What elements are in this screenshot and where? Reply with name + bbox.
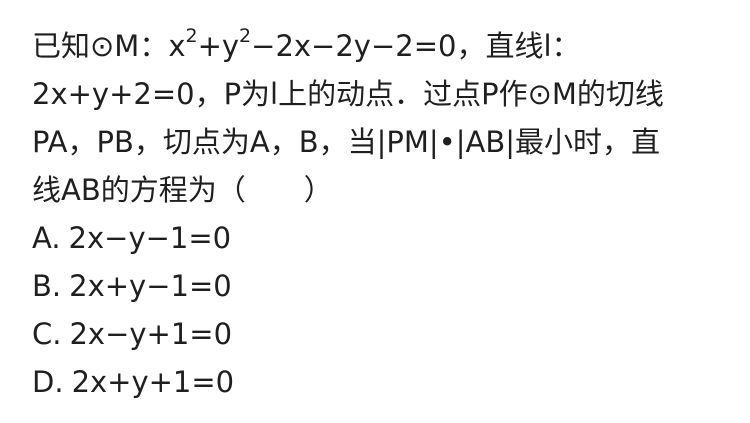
stem-line-1-mid: +y	[197, 29, 240, 63]
option-d[interactable]: D. 2x+y+1=0	[32, 358, 722, 406]
stem-line-1: 已知⊙M：x2+y2−2x−2y−2=0，直线l：	[32, 22, 722, 70]
stem-line-2: 2x+y+2=0，P为l上的动点．过点P作⊙M的切线	[32, 77, 664, 111]
option-d-letter: D.	[32, 365, 64, 399]
stem-line-4: 线AB的方程为（ ）	[32, 173, 333, 207]
option-b-text: 2x+y−1=0	[69, 269, 232, 303]
option-d-text: 2x+y+1=0	[71, 365, 235, 399]
exponent-y: 2	[239, 25, 252, 48]
stem-line-3: PA，PB，切点为A，B，当|PM|•|AB|最小时，直	[32, 125, 661, 159]
exponent-x: 2	[185, 25, 198, 48]
option-a-letter: A.	[32, 221, 61, 255]
answer-options: A. 2x−y−1=0 B. 2x+y−1=0 C. 2x−y+1=0 D. 2x+y+…	[32, 214, 722, 406]
option-c[interactable]: C. 2x−y+1=0	[32, 310, 722, 358]
question-block: 已知⊙M：x2+y2−2x−2y−2=0，直线l： 2x+y+2=0，P为l上的…	[32, 22, 722, 406]
option-a-text: 2x−y−1=0	[68, 221, 232, 255]
option-c-letter: C.	[32, 317, 62, 351]
option-b[interactable]: B. 2x+y−1=0	[32, 262, 722, 310]
option-a[interactable]: A. 2x−y−1=0	[32, 214, 722, 262]
question-stem: 已知⊙M：x2+y2−2x−2y−2=0，直线l： 2x+y+2=0，P为l上的…	[32, 22, 722, 214]
stem-line-1-pre: 已知⊙M：x	[32, 29, 186, 63]
option-b-letter: B.	[32, 269, 62, 303]
option-c-text: 2x−y+1=0	[69, 317, 233, 351]
stem-line-1-post: −2x−2y−2=0，直线l：	[251, 29, 581, 63]
